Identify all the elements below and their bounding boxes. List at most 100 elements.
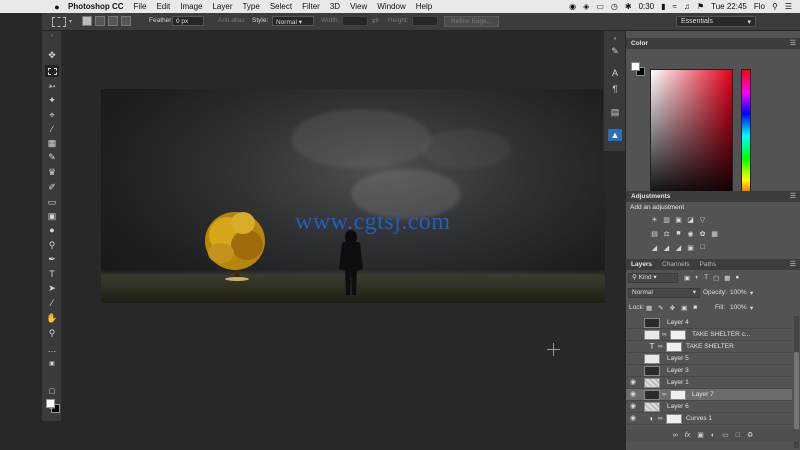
layer-row[interactable]: Layer 4 [626,317,792,329]
fx-icon[interactable]: fx [685,432,690,439]
pixel-filter-icon[interactable]: ▣ [684,274,690,282]
shape-filter-icon[interactable]: ▢ [713,274,719,282]
trash-icon[interactable]: ♻ [747,431,753,439]
hand-tool-icon[interactable]: ✋ [45,312,59,324]
scrollbar-thumb[interactable] [794,352,799,436]
layer-row[interactable]: T ∞ TAKE SHELTER [626,341,792,353]
workspace-select[interactable]: Essentials ▾ [676,16,756,27]
history-brush-tool-icon[interactable]: ✐ [45,181,59,193]
add-selection-button[interactable] [95,16,105,26]
eye-icon[interactable]: ◉ [629,391,637,399]
type-filter-icon[interactable]: T [704,274,708,282]
dodge-tool-icon[interactable]: ⚲ [45,239,59,251]
style-select[interactable]: Normal ▾ [272,16,314,26]
brightness-icon[interactable]: ☀ [650,215,659,224]
tab-color[interactable]: Color [626,38,653,49]
link-layers-icon[interactable]: ∞ [673,432,678,439]
creative-cloud-icon[interactable]: ◉ [569,2,576,11]
tab-layers[interactable]: Layers [626,259,657,270]
threshold-icon[interactable]: ◢ [674,243,683,252]
layer-mask-thumbnail[interactable] [666,414,682,424]
visibility-off-icon[interactable] [629,331,637,339]
brush-presets-icon[interactable]: ✎ [608,45,622,57]
smart-filter-icon[interactable]: ▦ [724,274,730,282]
flag-icon[interactable]: ⚑ [697,2,704,11]
lock-all-icon[interactable]: ■ [693,304,697,312]
layer-mask-thumbnail[interactable] [670,330,686,340]
tab-channels[interactable]: Channels [657,259,694,270]
wifi-icon[interactable]: ≈ [673,2,677,11]
line-tool-icon[interactable]: ⁄ [45,297,59,309]
chevron-down-icon[interactable]: ▾ [750,289,753,297]
chevron-down-icon[interactable]: ▾ [69,18,72,25]
visibility-off-icon[interactable] [629,355,637,363]
battery-time[interactable]: 0:30 [639,2,655,11]
color-field[interactable] [650,69,733,203]
new-group-icon[interactable]: ▭ [722,431,729,439]
marquee-tool-icon[interactable] [45,65,59,77]
tab-paths[interactable]: Paths [694,259,721,270]
panel-grip-icon[interactable]: » [44,33,60,39]
lasso-tool-icon[interactable]: ➳ [45,80,59,92]
list-icon[interactable]: ☰ [785,2,792,11]
default-colors-icon[interactable]: ▣ [45,357,59,369]
type-tool-icon[interactable]: T [45,268,59,280]
clock-history-icon[interactable]: ◷ [611,2,618,11]
vibrance-icon[interactable]: ▽ [698,215,707,224]
menu-window[interactable]: Window [377,2,405,11]
layer-row[interactable]: ◉ ◐ ∞ Curves 1 [626,413,792,425]
menu-help[interactable]: Help [416,2,432,11]
search-icon[interactable]: ⚲ [772,2,778,11]
menu-filter[interactable]: Filter [302,2,320,11]
move-tool-icon[interactable]: ✥ [45,49,59,61]
blur-tool-icon[interactable]: ● [45,224,59,236]
black-white-icon[interactable]: ■ [674,229,683,238]
panel-menu-icon[interactable]: ☰ [790,39,796,47]
gradient-tool-icon[interactable]: ▣ [45,210,59,222]
lock-pixels-icon[interactable]: ✎ [658,304,663,312]
layer-row[interactable]: Layer 5 [626,353,792,365]
add-mask-icon[interactable]: ▣ [697,431,704,439]
properties-icon[interactable]: ▲ [608,129,622,141]
eraser-tool-icon[interactable]: ▭ [45,196,59,208]
document-canvas[interactable]: www.cgtsj.com [101,89,605,303]
opacity-value[interactable]: 100% [730,289,747,296]
foreground-color-chip[interactable] [631,62,640,71]
color-balance-icon[interactable]: ⚖ [662,229,671,238]
menu-select[interactable]: Select [270,2,292,11]
adjustment-filter-icon[interactable]: ◐ [695,274,699,282]
dropbox-icon[interactable]: ◈ [583,2,589,11]
chevron-down-icon[interactable]: ▾ [750,304,753,312]
pen-tool-icon[interactable]: ✒ [45,253,59,265]
hue-saturation-icon[interactable]: ▤ [650,229,659,238]
menu-layer[interactable]: Layer [212,2,232,11]
eye-icon[interactable]: ◉ [629,403,637,411]
width-input[interactable] [342,16,368,26]
blend-mode-select[interactable]: Normal ▾ [628,288,700,298]
subtract-selection-button[interactable] [108,16,118,26]
more-tools-icon[interactable]: … [45,343,59,355]
visibility-off-icon[interactable] [629,319,637,327]
panel-menu-icon[interactable]: ☰ [790,260,796,268]
intersect-selection-button[interactable] [121,16,131,26]
layer-filter-select[interactable]: ⚲ Kind ▾ [628,273,678,283]
filter-toggle-icon[interactable]: ● [735,274,739,282]
menu-3d[interactable]: 3D [330,2,340,11]
tab-adjustments[interactable]: Adjustments [626,191,675,202]
channel-mixer-icon[interactable]: ✿ [698,229,707,238]
lock-position-icon[interactable]: ✥ [670,304,675,312]
invert-icon[interactable]: ◢ [650,243,659,252]
canvas-area[interactable]: www.cgtsj.com [63,31,605,450]
fill-value[interactable]: 100% [730,304,747,311]
panel-menu-icon[interactable]: ☰ [790,192,796,200]
path-selection-tool-icon[interactable]: ➤ [45,282,59,294]
gradient-map-icon[interactable]: ▣ [686,243,695,252]
panel-grip-icon[interactable]: « [608,33,622,45]
layer-mask-thumbnail[interactable] [666,342,682,352]
tool-preset-icon[interactable] [52,17,66,27]
menu-file[interactable]: File [134,2,147,11]
battery-icon[interactable]: ▮ [661,2,665,11]
new-selection-button[interactable] [82,16,92,26]
bluetooth-icon[interactable]: ✱ [625,2,632,11]
history-icon[interactable]: ▤ [608,106,622,118]
